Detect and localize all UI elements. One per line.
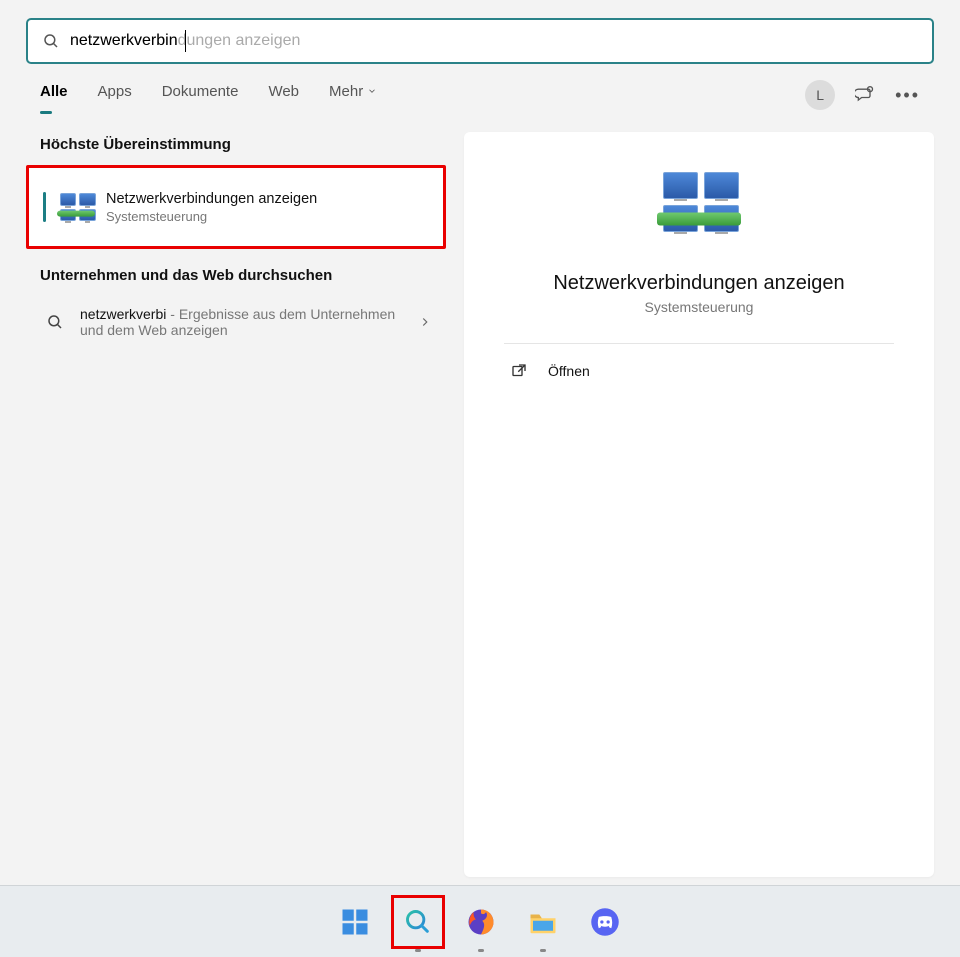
- tab-documents[interactable]: Dokumente: [162, 83, 239, 108]
- taskbar-start[interactable]: [335, 902, 375, 942]
- best-match-title: Netzwerkverbindungen anzeigen: [106, 191, 317, 207]
- detail-network-icon: [660, 172, 738, 250]
- more-icon[interactable]: •••: [895, 85, 920, 106]
- selection-accent: [43, 192, 46, 222]
- chat-icon[interactable]: [855, 85, 875, 105]
- best-match-result[interactable]: Netzwerkverbindungen anzeigen Systemsteu…: [26, 165, 446, 249]
- taskbar-search-highlight: [391, 895, 445, 949]
- open-action[interactable]: Öffnen: [494, 344, 904, 398]
- search-input[interactable]: [70, 20, 918, 62]
- windows-start-icon: [340, 907, 370, 937]
- detail-subtitle: Systemsteuerung: [494, 299, 904, 315]
- discord-icon: [590, 907, 620, 937]
- taskbar-search[interactable]: [398, 902, 438, 942]
- taskbar-discord[interactable]: [585, 902, 625, 942]
- avatar[interactable]: L: [805, 80, 835, 110]
- search-icon: [46, 313, 64, 331]
- taskbar: [0, 885, 960, 957]
- best-match-header: Höchste Übereinstimmung: [40, 136, 446, 153]
- chevron-down-icon: [367, 86, 377, 96]
- open-external-icon: [510, 362, 528, 380]
- web-search-result[interactable]: netzwerkverbi - Ergebnisse aus dem Unter…: [26, 296, 446, 348]
- search-icon: [404, 908, 432, 936]
- search-box[interactable]: netzwerkverbindungen anzeigen: [26, 18, 934, 64]
- tab-more-label: Mehr: [329, 83, 363, 100]
- search-icon: [42, 32, 60, 50]
- network-connections-icon: [58, 189, 94, 225]
- text-caret: [185, 30, 186, 52]
- tab-apps[interactable]: Apps: [98, 83, 132, 108]
- tab-web[interactable]: Web: [268, 83, 299, 108]
- folder-icon: [528, 907, 558, 937]
- detail-title: Netzwerkverbindungen anzeigen: [494, 272, 904, 295]
- tab-more[interactable]: Mehr: [329, 83, 377, 108]
- firefox-icon: [466, 907, 496, 937]
- taskbar-file-explorer[interactable]: [523, 902, 563, 942]
- best-match-subtitle: Systemsteuerung: [106, 209, 317, 224]
- taskbar-firefox[interactable]: [461, 902, 501, 942]
- web-search-header: Unternehmen und das Web durchsuchen: [40, 267, 446, 284]
- open-label: Öffnen: [548, 363, 590, 379]
- chevron-right-icon: [418, 315, 432, 329]
- tab-all[interactable]: Alle: [40, 83, 68, 108]
- web-query-text: netzwerkverbi: [80, 306, 166, 322]
